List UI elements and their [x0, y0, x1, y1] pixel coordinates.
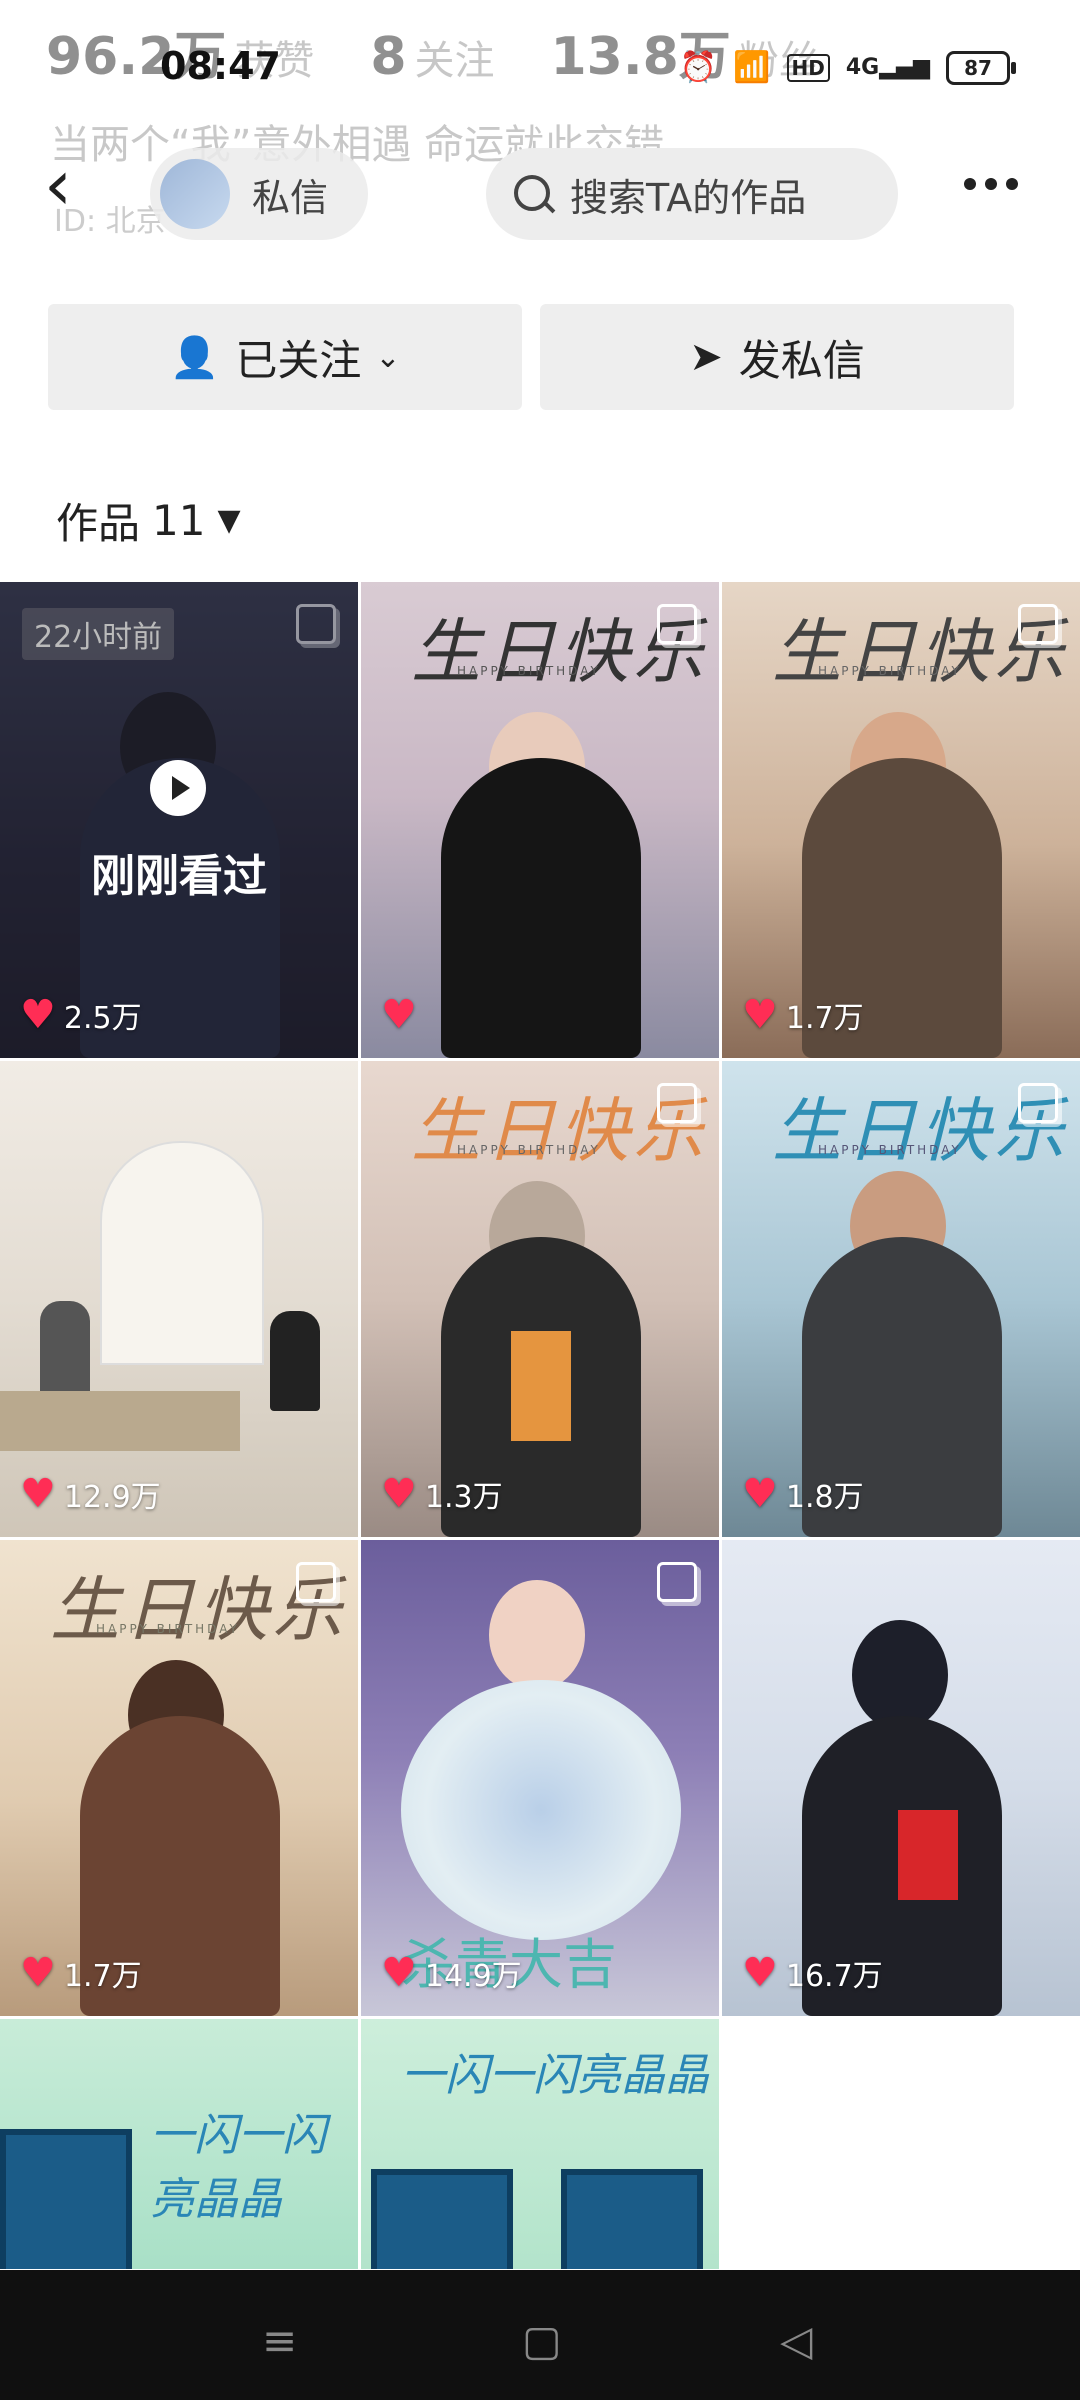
works-count: 11	[152, 496, 206, 545]
back-button[interactable]: ‹	[44, 150, 84, 220]
select-checkbox[interactable]	[657, 1562, 697, 1602]
send-message-label: 发私信	[738, 335, 865, 385]
work-tile-11[interactable]: 一闪一闪亮晶晶	[361, 2019, 719, 2269]
status-bar: 08:47 ⏰ 📶 HD 4G▂▄▆ 87	[0, 44, 1080, 100]
more-options-button[interactable]	[964, 178, 1018, 190]
heart-icon: ♥	[20, 1471, 56, 1517]
back-triangle-icon[interactable]: ◁	[780, 2316, 812, 2365]
poster-title: 一闪一闪亮晶晶	[401, 2050, 709, 2101]
home-icon[interactable]: ▢	[522, 2316, 562, 2365]
heart-icon: ♥	[20, 992, 56, 1038]
status-time: 08:47	[160, 44, 281, 88]
signal-icon: 4G▂▄▆	[845, 55, 930, 80]
send-message-button[interactable]: ➤ 发私信	[540, 304, 1014, 410]
time-badge: 22小时前	[22, 608, 175, 660]
dropdown-triangle-icon: ▼	[217, 503, 241, 538]
heart-icon: ♥	[381, 1471, 417, 1517]
poster-title: 一闪一闪亮晶晶	[150, 2110, 326, 2225]
poster-subtitle: HAPPY BIRTHDAY	[818, 1143, 962, 1157]
send-icon: ➤	[689, 334, 723, 380]
select-checkbox[interactable]	[1018, 604, 1058, 644]
hd-icon: HD	[786, 53, 830, 82]
wifi-icon: 📶	[733, 50, 771, 85]
search-icon	[514, 175, 552, 213]
work-tile-4[interactable]: ♥ 12.9万	[0, 1061, 358, 1537]
heart-icon: ♥	[742, 1471, 778, 1517]
dm-pill-button[interactable]: 私信	[150, 148, 368, 240]
followed-button[interactable]: 👤 已关注 ⌄	[48, 304, 522, 410]
battery-icon: 87	[946, 50, 1016, 85]
dm-label: 私信	[252, 175, 329, 220]
like-count: ♥ 16.7万	[742, 1950, 883, 1996]
user-check-icon: 👤	[169, 334, 220, 381]
select-checkbox[interactable]	[296, 1562, 336, 1602]
poster-subtitle: HAPPY BIRTHDAY	[457, 1143, 601, 1157]
recently-viewed-label: 刚刚看过	[91, 851, 267, 902]
select-checkbox[interactable]	[657, 604, 697, 644]
menu-icon[interactable]: ≡	[262, 2316, 297, 2365]
like-count: ♥ 12.9万	[20, 1471, 161, 1517]
work-tile-1[interactable]: 22小时前 刚刚看过 ♥ 2.5万	[0, 582, 358, 1058]
poster-subtitle: HAPPY BIRTHDAY	[457, 664, 601, 678]
like-count: ♥ 1.7万	[20, 1950, 142, 1996]
works-tab[interactable]: 作品 11 ▼	[56, 490, 241, 551]
work-tile-2[interactable]: 生日快乐 HAPPY BIRTHDAY ♥	[361, 582, 719, 1058]
heart-icon: ♥	[742, 1950, 778, 1996]
like-count: ♥ 14.9万	[381, 1950, 522, 1996]
select-checkbox[interactable]	[657, 1083, 697, 1123]
followed-label: 已关注	[235, 335, 362, 385]
heart-icon: ♥	[381, 1950, 417, 1996]
system-nav-bar: ≡ ▢ ◁	[0, 2270, 1080, 2400]
work-tile-7[interactable]: 生日快乐 HAPPY BIRTHDAY ♥ 1.7万	[0, 1540, 358, 2016]
work-tile-3[interactable]: 生日快乐 HAPPY BIRTHDAY ♥ 1.7万	[722, 582, 1080, 1058]
like-count: ♥ 1.8万	[742, 1471, 864, 1517]
like-count: ♥ 2.5万	[20, 992, 142, 1038]
alarm-icon: ⏰	[679, 50, 718, 85]
heart-icon: ♥	[381, 992, 417, 1038]
poster-subtitle: HAPPY BIRTHDAY	[96, 1622, 240, 1636]
work-tile-8[interactable]: 杀青大吉 ♥ 14.9万	[361, 1540, 719, 2016]
search-works-input[interactable]: 搜索TA的作品	[486, 148, 898, 240]
play-icon	[150, 760, 206, 816]
heart-icon: ♥	[20, 1950, 56, 1996]
chevron-down-icon: ⌄	[375, 339, 401, 375]
like-count: ♥	[381, 992, 425, 1038]
like-count: ♥ 1.7万	[742, 992, 864, 1038]
work-tile-6[interactable]: 生日快乐 HAPPY BIRTHDAY ♥ 1.8万	[722, 1061, 1080, 1537]
poster-subtitle: HAPPY BIRTHDAY	[818, 664, 962, 678]
search-placeholder: 搜索TA的作品	[570, 175, 807, 220]
works-label: 作品	[56, 499, 141, 548]
select-checkbox[interactable]	[1018, 1083, 1058, 1123]
like-count: ♥ 1.3万	[381, 1471, 503, 1517]
select-checkbox[interactable]	[296, 604, 336, 644]
work-tile-5[interactable]: 生日快乐 HAPPY BIRTHDAY ♥ 1.3万	[361, 1061, 719, 1537]
work-tile-9[interactable]: ♥ 16.7万	[722, 1540, 1080, 2016]
work-tile-10[interactable]: 一闪一闪亮晶晶	[0, 2019, 358, 2269]
avatar	[160, 159, 230, 229]
heart-icon: ♥	[742, 992, 778, 1038]
